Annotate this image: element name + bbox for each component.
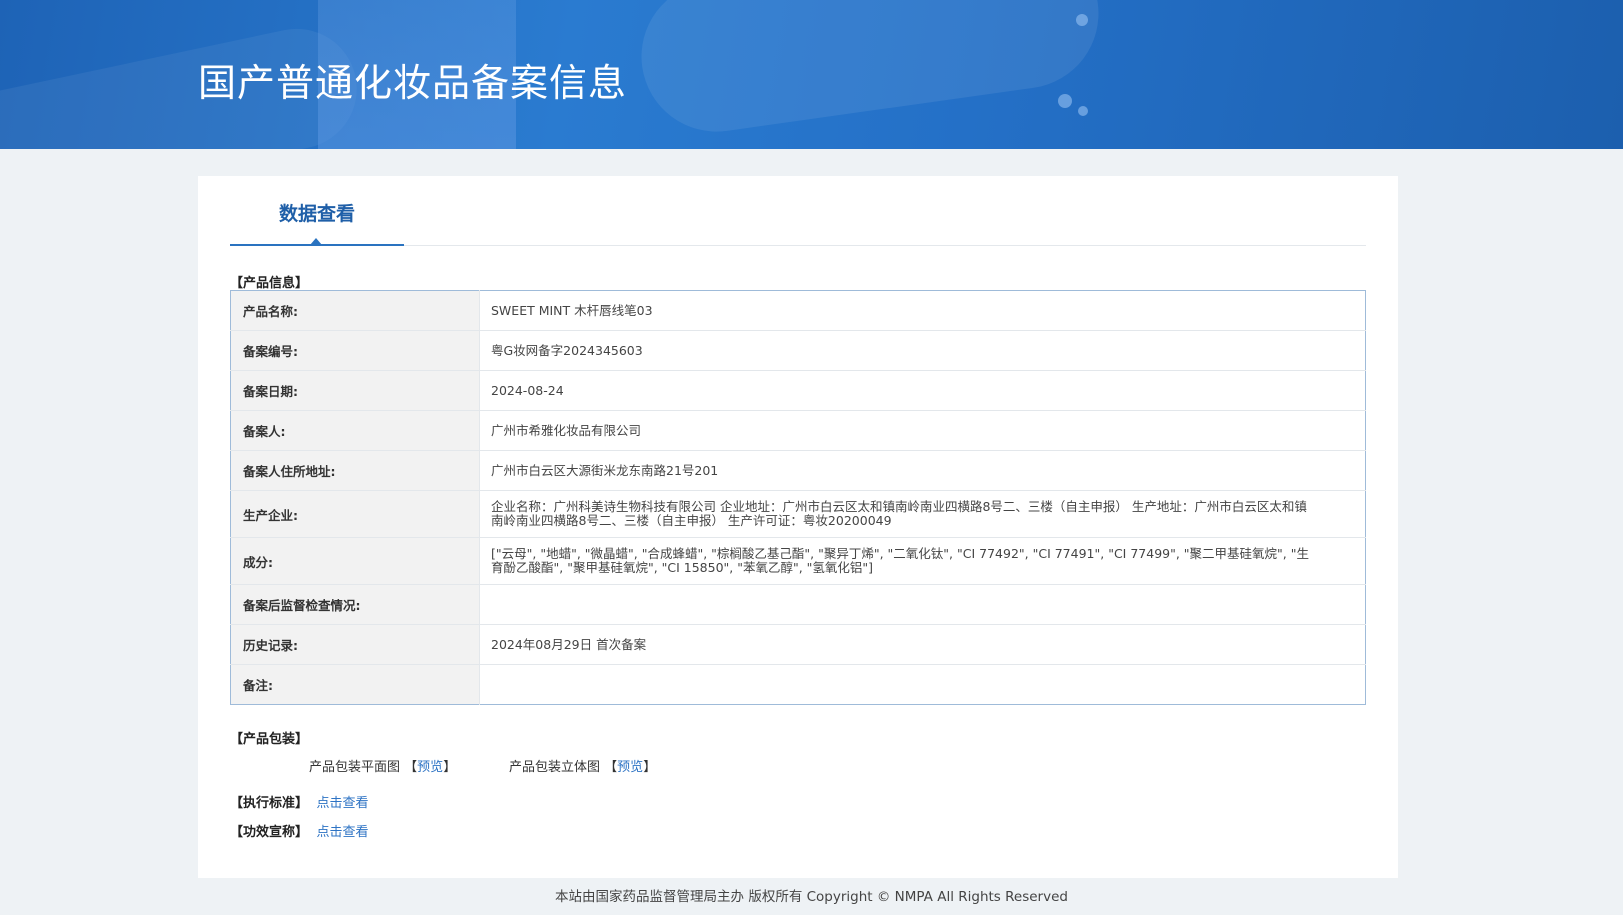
packaging-solid-label: 产品包装立体图 [509, 760, 601, 775]
preview-flat-link[interactable]: 预览 [417, 760, 443, 775]
table-row: 历史记录: 2024年08月29日 首次备案 [230, 624, 1366, 665]
banner-dot [1058, 94, 1072, 108]
tab-label: 数据查看 [278, 203, 355, 225]
banner-dot [1076, 14, 1088, 26]
row-value: 粤G妆网备字2024345603 [479, 330, 1366, 371]
row-label: 产品名称: [230, 290, 480, 331]
section-efficacy: 【功效宣称】 点击查看 [230, 821, 369, 840]
bracket: 【 [604, 760, 618, 775]
section-standard-label: 【执行标准】 [230, 796, 309, 811]
packaging-solid: 产品包装立体图 【预览】 [509, 756, 656, 775]
table-row: 生产企业: 企业名称：广州科美诗生物科技有限公司 企业地址：广州市白云区太和镇南… [230, 490, 1366, 538]
row-label: 备案人住所地址: [230, 450, 480, 491]
preview-solid-link[interactable]: 预览 [617, 760, 643, 775]
row-value: 企业名称：广州科美诗生物科技有限公司 企业地址：广州市白云区太和镇南岭南业四横路… [479, 490, 1366, 538]
table-row: 备案编号: 粤G妆网备字2024345603 [230, 330, 1366, 371]
tab-data-view[interactable]: 数据查看 [230, 176, 404, 246]
product-info-table: 产品名称: SWEET MINT 木杆唇线笔03 备案编号: 粤G妆网备字202… [230, 290, 1366, 705]
row-value: 2024-08-24 [479, 370, 1366, 411]
efficacy-view-link[interactable]: 点击查看 [317, 825, 369, 840]
header-banner: 国产普通化妆品备案信息 [0, 0, 1623, 149]
row-label: 生产企业: [230, 490, 480, 538]
tab-bar: 数据查看 [230, 176, 1366, 246]
section-efficacy-label: 【功效宣称】 [230, 825, 309, 840]
section-packaging: 【产品包装】 [230, 732, 309, 747]
table-row: 备案日期: 2024-08-24 [230, 370, 1366, 411]
page-title: 国产普通化妆品备案信息 [198, 61, 628, 105]
footer-copyright: 本站由国家药品监督管理局主办 版权所有 Copyright © NMPA All… [555, 889, 1068, 905]
banner-decoration [631, 0, 1109, 142]
tab-indicator-caret [310, 238, 322, 245]
section-product-info: 【产品信息】 [230, 276, 309, 291]
table-row: 产品名称: SWEET MINT 木杆唇线笔03 [230, 290, 1366, 331]
bracket: 】 [643, 760, 657, 775]
row-label: 备案人: [230, 410, 480, 451]
bracket: 】 [443, 760, 457, 775]
table-row: 备案人: 广州市希雅化妆品有限公司 [230, 410, 1366, 451]
table-row: 备案后监督检查情况: [230, 584, 1366, 625]
packaging-flat: 产品包装平面图 【预览】 [309, 756, 456, 775]
row-label: 备案编号: [230, 330, 480, 371]
table-row: 成分: ["云母", "地蜡", "微晶蜡", "合成蜂蜡", "棕榈酸乙基己酯… [230, 537, 1366, 585]
row-value: ["云母", "地蜡", "微晶蜡", "合成蜂蜡", "棕榈酸乙基己酯", "… [479, 537, 1366, 585]
packaging-flat-label: 产品包装平面图 [309, 760, 401, 775]
row-label: 备案日期: [230, 370, 480, 411]
row-label: 成分: [230, 537, 480, 585]
row-value [479, 584, 1366, 625]
banner-dot [1078, 106, 1088, 116]
row-value: SWEET MINT 木杆唇线笔03 [491, 302, 653, 318]
standard-view-link[interactable]: 点击查看 [317, 796, 369, 811]
row-label: 备注: [230, 664, 480, 705]
row-value: 2024年08月29日 首次备案 [479, 624, 1366, 665]
bracket: 【 [404, 760, 418, 775]
row-value [479, 664, 1366, 705]
table-row: 备案人住所地址: 广州市白云区大源街米龙东南路21号201 [230, 450, 1366, 491]
row-label: 备案后监督检查情况: [230, 584, 480, 625]
row-value: 广州市白云区大源街米龙东南路21号201 [479, 450, 1366, 491]
table-row: 备注: [230, 664, 1366, 705]
section-standard: 【执行标准】 点击查看 [230, 792, 369, 811]
row-value: 广州市希雅化妆品有限公司 [479, 410, 1366, 451]
row-label: 历史记录: [230, 624, 480, 665]
